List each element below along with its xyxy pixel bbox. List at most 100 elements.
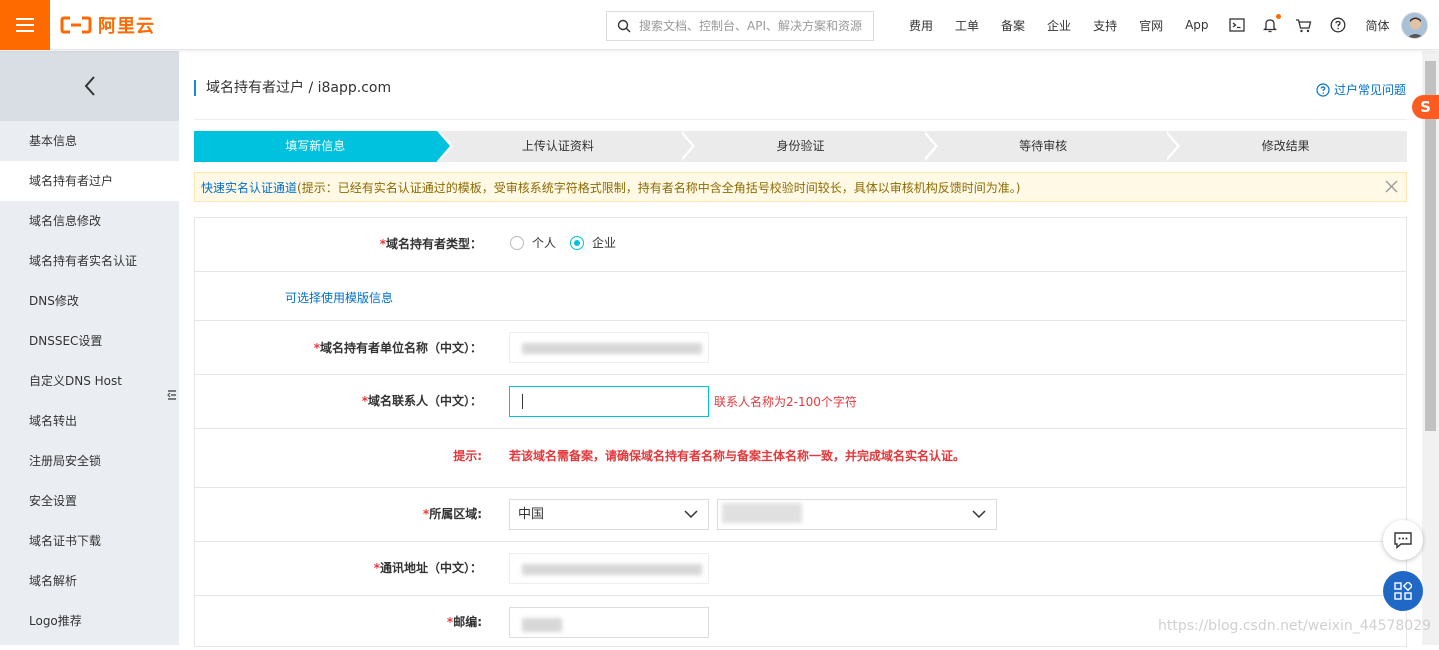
notice-text: (提示：已经有实名认证通过的模板，受审核系统字符格式限制，持有者名称中含全角括号… [297,180,1021,195]
org-name-label: *域名持有者单位名称（中文）： [313,341,482,355]
nav-enterprise[interactable]: 企业 [1047,17,1071,34]
redacted-value [522,343,702,354]
holder-type-label: *域名持有者类型： [379,237,482,251]
step-upload: 上传认证资料 [436,131,696,162]
sidebar-collapse-handle[interactable] [165,370,179,420]
watermark: https://blog.csdn.net/weixin_44578029 [1158,618,1432,634]
row-region: *所属区域: 中国 [195,488,1406,542]
language-switch[interactable]: 简体 [1366,17,1390,34]
close-icon[interactable] [1385,180,1398,196]
help-link[interactable]: 过户常见问题 [1316,81,1406,98]
sidebar-item-dns-resolve[interactable]: 域名解析 [0,561,179,601]
step-label: 身份验证 [776,139,825,153]
contact-label: *域名联系人（中文）： [361,394,482,408]
province-select[interactable] [717,499,997,530]
sidebar-item-realname[interactable]: 域名持有者实名认证 [0,241,179,281]
nav-billing[interactable]: 费用 [909,17,933,34]
progress-steps: 填写新信息 上传认证资料 身份验证 等待审核 修改结果 [194,131,1407,162]
logo-text: 阿里云 [98,16,155,37]
search-icon [617,19,631,33]
org-name-input[interactable] [509,332,709,363]
radio-enterprise[interactable] [570,235,585,250]
nav-app[interactable]: App [1185,18,1208,32]
apps-icon [1394,582,1412,600]
tip-text: 若该域名需备案，请确保域名持有者名称与备案主体名称一致，并完成域名实名认证。 [509,449,966,463]
radio-personal-label: 个人 [532,236,557,250]
nav-website[interactable]: 官网 [1139,17,1163,34]
country-value: 中国 [518,507,545,522]
cart-icon[interactable] [1295,18,1312,33]
sogou-ime-icon[interactable]: S [1412,95,1439,119]
help-link-text: 过户常见问题 [1334,83,1407,97]
step-review: 等待审核 [921,131,1181,162]
main-content: 域名持有者过户 / i8app.com 过户常见问题 填写新信息 上传认证资料 … [179,51,1422,647]
nav-tickets[interactable]: 工单 [955,17,979,34]
chevron-down-icon [684,510,698,519]
notification-dot [1275,14,1281,19]
sidebar-item-transfer-out[interactable]: 域名转出 [0,401,179,441]
top-nav: 费用 工单 备案 企业 支持 官网 App 简体 [898,0,1401,50]
nav-icp[interactable]: 备案 [1001,17,1025,34]
template-link[interactable]: 可选择使用模版信息 [285,289,393,306]
transfer-form: *域名持有者类型： 个人 企业 可选择使用模版信息 *域名持有者单位名称（中文）… [194,217,1407,647]
sidebar-item-security[interactable]: 安全设置 [0,481,179,521]
step-label: 填写新信息 [285,139,346,153]
search-input[interactable] [639,19,869,33]
sidebar-back-button[interactable] [0,51,179,121]
title-divider [194,119,1407,120]
search-box[interactable] [606,11,874,41]
help-icon[interactable] [1330,17,1346,33]
sidebar-menu: 基本信息 域名持有者过户 域名信息修改 域名持有者实名认证 DNS修改 DNSS… [0,121,179,641]
radio-personal[interactable] [510,235,524,250]
chevron-down-icon [972,510,986,519]
step-result: 修改结果 [1164,131,1407,162]
redacted-value [722,503,802,523]
hamburger-icon [16,18,34,32]
question-icon [1316,82,1330,97]
row-contact: *域名联系人（中文）： 联系人名称为2-100个字符 [195,375,1406,429]
nav-support[interactable]: 支持 [1093,17,1117,34]
step-label: 等待审核 [1019,139,1068,153]
top-bar: 阿里云 费用 工单 备案 企业 支持 官网 App 简体 [0,0,1439,50]
zip-input[interactable] [509,607,709,638]
sidebar-item-custom-dns-host[interactable]: 自定义DNS Host [0,361,179,401]
contact-input[interactable] [509,386,709,417]
sidebar-item-certificate[interactable]: 域名证书下载 [0,521,179,561]
step-identity: 身份验证 [679,131,938,162]
chevron-left-icon [84,76,95,96]
sidebar-item-dnssec[interactable]: DNSSEC设置 [0,321,179,361]
sidebar-item-dns-modify[interactable]: DNS修改 [0,281,179,321]
zip-label: *邮编: [446,615,482,629]
bell-icon[interactable] [1262,14,1281,33]
step-fill-info: 填写新信息 [194,131,453,162]
menu-button[interactable] [0,0,50,50]
holder-type-radio-group: 个人 企业 [510,234,616,251]
sidebar-item-logo[interactable]: Logo推荐 [0,601,179,641]
step-label: 修改结果 [1261,139,1310,153]
page-scrollbar[interactable] [1422,51,1439,645]
redacted-value [522,618,562,632]
address-label: *通讯地址（中文）： [373,561,482,575]
step-label: 上传认证资料 [521,139,594,153]
apps-button[interactable] [1383,571,1423,611]
sidebar-item-info-modify[interactable]: 域名信息修改 [0,201,179,241]
contact-error: 联系人名称为2-100个字符 [714,395,857,409]
aliyun-logo[interactable]: 阿里云 [60,13,155,37]
terminal-icon[interactable] [1228,18,1245,32]
sidebar-item-holder-transfer[interactable]: 域名持有者过户 [0,161,179,201]
row-address: *通讯地址（中文）： [195,542,1406,596]
radio-enterprise-label: 企业 [592,236,617,250]
quick-realname-link[interactable]: 快速实名认证通道 [201,179,297,196]
avatar[interactable] [1401,12,1428,39]
row-org-name: *域名持有者单位名称（中文）： [195,321,1406,375]
text-cursor [522,394,523,409]
row-holder-type: *域名持有者类型： 个人 企业 [195,218,1406,272]
sidebar-item-basic-info[interactable]: 基本信息 [0,121,179,161]
redacted-value [522,564,702,575]
region-label: *所属区域: [422,507,482,521]
sidebar-item-registry-lock[interactable]: 注册局安全锁 [0,441,179,481]
country-select[interactable]: 中国 [509,499,709,530]
sidebar: 基本信息 域名持有者过户 域名信息修改 域名持有者实名认证 DNS修改 DNSS… [0,51,179,645]
chat-button[interactable] [1383,520,1423,560]
address-input[interactable] [509,553,709,584]
